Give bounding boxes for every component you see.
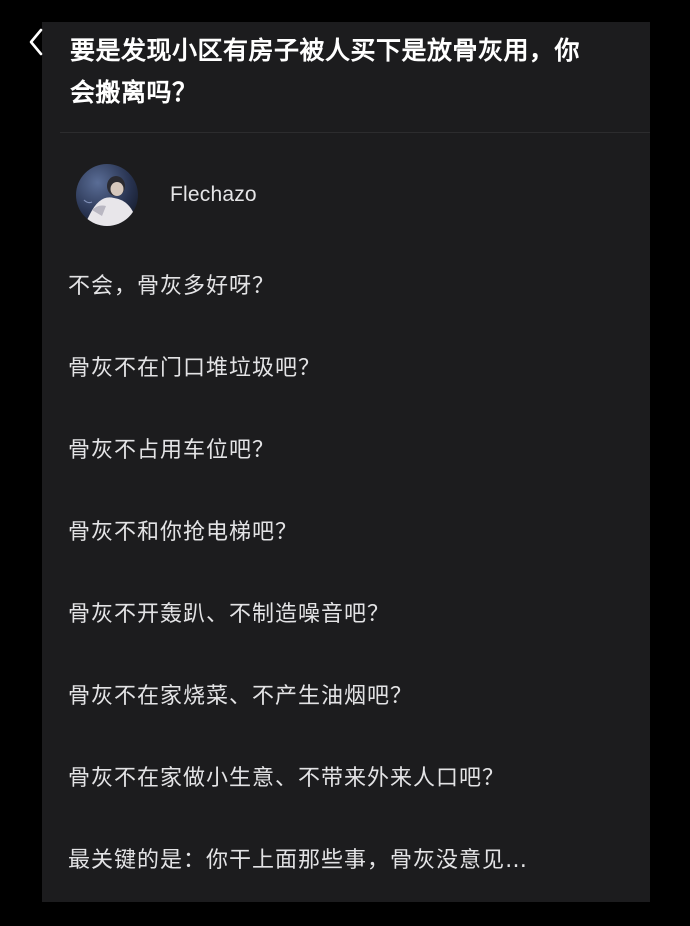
answer-paragraph: 不会，骨灰多好呀？ bbox=[68, 274, 276, 299]
answer-paragraph: 骨灰不在家做小生意、不带来外来人口吧？ bbox=[68, 766, 506, 791]
back-button[interactable] bbox=[24, 22, 50, 62]
avatar[interactable] bbox=[76, 164, 138, 226]
answer-paragraph: 最关键的是：你干上面那些事，骨灰没意见… bbox=[68, 848, 529, 873]
author-name[interactable]: Flechazo bbox=[170, 183, 257, 207]
answer-body: 不会，骨灰多好呀？ 骨灰不在门口堆垃圾吧？ 骨灰不占用车位吧？ 骨灰不和你抢电梯… bbox=[68, 270, 638, 926]
answer-paragraph: 骨灰不占用车位吧？ bbox=[68, 438, 276, 463]
answer-paragraph: 骨灰不开轰趴、不制造噪音吧？ bbox=[68, 602, 391, 627]
question-title[interactable]: 要是发现小区有房子被人买下是放骨灰用，你会搬离吗？ bbox=[70, 30, 590, 114]
answer-paragraph: 骨灰不在门口堆垃圾吧？ bbox=[68, 356, 322, 381]
author-row[interactable]: Flechazo bbox=[76, 162, 257, 228]
answer-paragraph: 骨灰不和你抢电梯吧？ bbox=[68, 520, 299, 545]
answer-paragraph: 骨灰不在家烧菜、不产生油烟吧？ bbox=[68, 684, 414, 709]
header-divider bbox=[60, 132, 650, 133]
chevron-left-icon bbox=[29, 28, 43, 56]
